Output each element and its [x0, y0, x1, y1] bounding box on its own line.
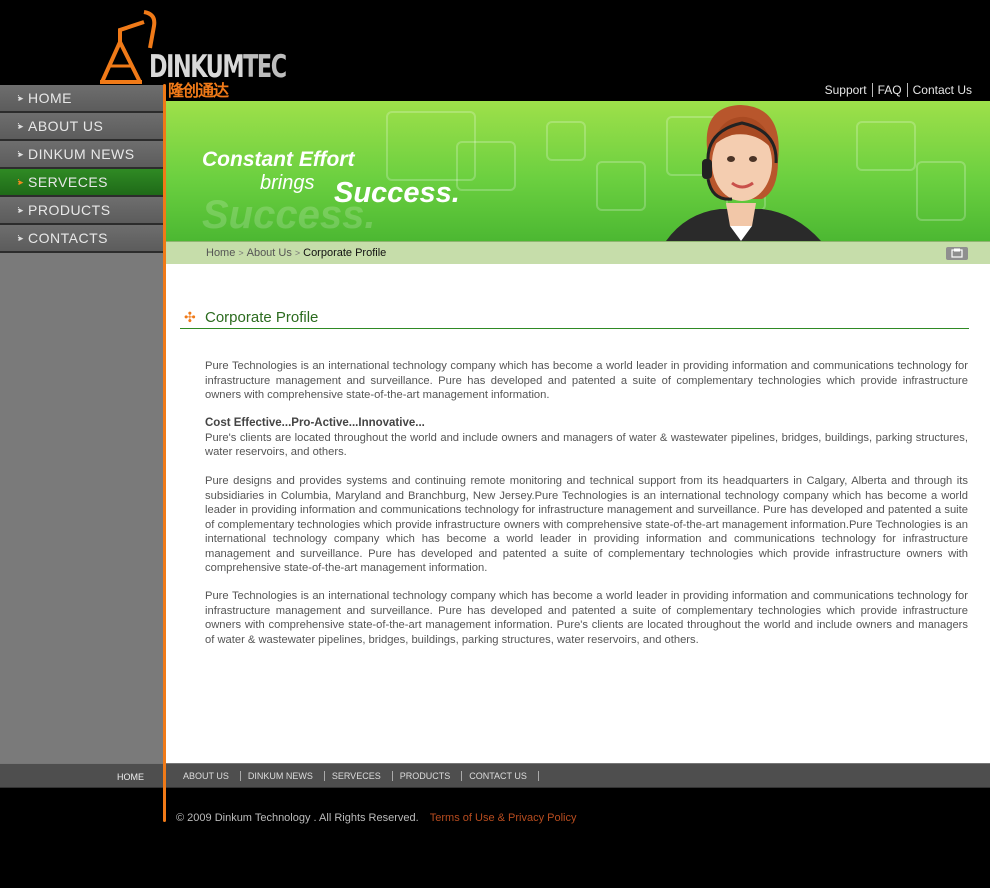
sidebar-item-products[interactable]: ⁝▸ PRODUCTS	[0, 197, 163, 225]
breadcrumb-current: Corporate Profile	[303, 247, 387, 259]
bullet-icon: ⁝▸	[17, 176, 23, 187]
sidebar-item-home[interactable]: ⁝▸ HOME	[0, 85, 163, 113]
terms-link[interactable]: Terms of Use & Privacy Policy	[430, 812, 577, 824]
hero-banner: Success. Constant Effort brings Success.	[166, 101, 990, 241]
copyright: © 2009 Dinkum Technology . All Rights Re…	[176, 812, 576, 824]
sidebar-item-label: CONTACTS	[28, 230, 108, 246]
bullet-icon: ⁝▸	[17, 148, 23, 159]
sidebar-item-contacts[interactable]: ⁝▸ CONTACTS	[0, 225, 163, 253]
paragraph-text: Pure's clients are located throughout th…	[205, 431, 968, 459]
footer-link-about-us[interactable]: ABOUT US	[176, 771, 241, 781]
breadcrumb-home-link[interactable]: Home	[206, 247, 235, 259]
page-title: Corporate Profile	[205, 308, 319, 326]
decor-square	[456, 141, 516, 191]
sidebar-item-label: HOME	[28, 90, 72, 106]
footer-link-serveces[interactable]: SERVECES	[325, 771, 393, 781]
top-links: Support FAQ Contact Us	[820, 83, 977, 97]
faq-link[interactable]: FAQ	[871, 83, 907, 97]
decor-square	[856, 121, 916, 171]
paragraph-clients: Cost Effective...Pro-Active...Innovative…	[205, 416, 968, 460]
paragraph-headquarters: Pure designs and provides systems and co…	[205, 475, 968, 574]
sidebar-item-label: ABOUT US	[28, 118, 104, 134]
orange-divider-line	[163, 84, 166, 822]
logo-wordmark: DINKUMTEC	[149, 49, 287, 85]
sidebar-item-dinkum-news[interactable]: ⁝▸ DINKUM NEWS	[0, 141, 163, 169]
decor-square	[596, 161, 646, 211]
paragraph-summary: Pure Technologies is an international te…	[205, 590, 968, 646]
footer-link-home[interactable]: HOME	[117, 772, 144, 782]
slogan-line-3: Success.	[334, 177, 460, 209]
print-icon[interactable]	[946, 247, 968, 260]
sidebar-item-label: PRODUCTS	[28, 202, 111, 218]
footer-link-products[interactable]: PRODUCTS	[393, 771, 463, 781]
sidebar-item-label: SERVECES	[28, 174, 108, 190]
logo-chinese-name: 隆创通达	[168, 83, 229, 100]
bullet-icon: ⁝▸	[17, 92, 23, 103]
breadcrumb-about-link[interactable]: About Us	[247, 247, 292, 259]
footer-nav: HOME ABOUT US DINKUM NEWS SERVECES PRODU…	[0, 763, 990, 788]
decor-square	[916, 161, 966, 221]
sidebar-item-label: DINKUM NEWS	[28, 146, 135, 162]
bullet-icon: ⁝▸	[17, 232, 23, 243]
slogan-line-1: Constant Effort	[202, 148, 355, 171]
main-content: ✣ Corporate Profile Pure Technologies is…	[166, 264, 990, 763]
footer-link-contact-us[interactable]: CONTACT US	[462, 771, 539, 781]
chevron-right-icon: >	[238, 248, 244, 258]
sidebar-item-serveces[interactable]: ⁝▸ SERVECES	[0, 169, 163, 197]
support-link[interactable]: Support	[820, 83, 872, 97]
breadcrumb: Home > About Us > Corporate Profile	[166, 241, 990, 264]
section-header: ✣ Corporate Profile	[180, 306, 969, 329]
bullet-icon: ⁝▸	[17, 204, 23, 215]
footer-links: ABOUT US DINKUM NEWS SERVECES PRODUCTS C…	[176, 771, 539, 781]
copyright-text: © 2009 Dinkum Technology . All Rights Re…	[176, 812, 419, 824]
subheading: Cost Effective...Pro-Active...Innovative…	[205, 417, 425, 429]
sidebar: ⁝▸ HOME ⁝▸ ABOUT US ⁝▸ DINKUM NEWS ⁝▸ SE…	[0, 85, 163, 763]
contact-us-link[interactable]: Contact Us	[906, 83, 977, 97]
crosshair-icon: ✣	[184, 308, 196, 325]
sidebar-item-about-us[interactable]: ⁝▸ ABOUT US	[0, 113, 163, 141]
decor-square	[546, 121, 586, 161]
paragraph-intro: Pure Technologies is an international te…	[205, 360, 968, 401]
slogan-line-2: brings	[260, 172, 315, 194]
support-agent-photo	[666, 105, 821, 241]
bullet-icon: ⁝▸	[17, 120, 23, 131]
footer-link-dinkum-news[interactable]: DINKUM NEWS	[241, 771, 325, 781]
chevron-right-icon: >	[294, 248, 301, 258]
